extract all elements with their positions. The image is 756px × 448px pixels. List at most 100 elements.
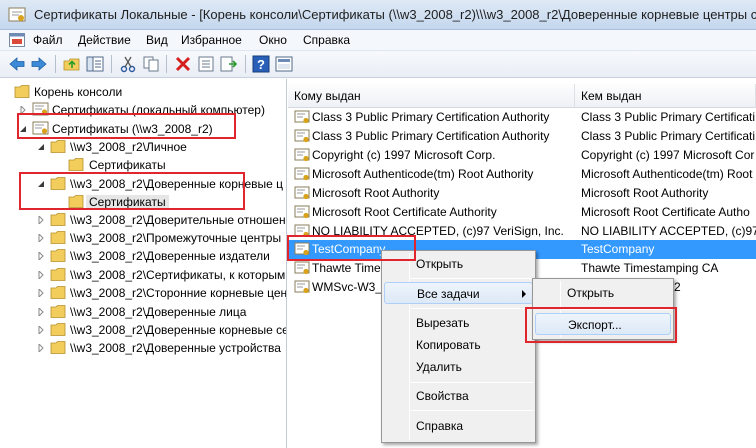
tree-item-enterprise-trust[interactable]: \\w3_2008_r2\Доверительные отношен — [0, 211, 286, 229]
cell-issued-by: Class 3 Public Primary Certificati — [581, 129, 756, 143]
folder-icon — [50, 213, 66, 226]
up-folder-icon[interactable] — [63, 55, 81, 73]
forward-icon[interactable] — [30, 55, 48, 73]
expand-arrow-icon[interactable] — [37, 289, 45, 297]
expand-arrow-icon[interactable] — [37, 216, 45, 224]
context-menu-label: Свойства — [416, 389, 469, 403]
expand-arrow-icon[interactable] — [37, 234, 45, 242]
table-row[interactable]: Class 3 Public Primary Certification Aut… — [288, 127, 756, 146]
cell-issued-to: Microsoft Root Certificate Authority — [312, 205, 497, 219]
context-menu-label: Удалить — [416, 360, 462, 374]
toolbar: ? — [0, 51, 756, 78]
context-menu-properties[interactable]: Свойства — [384, 385, 533, 407]
tree-item-console-root[interactable]: Корень консоли — [0, 83, 286, 101]
context-menu-delete[interactable]: Удалить — [384, 356, 533, 378]
context-menu-copy[interactable]: Копировать — [384, 334, 533, 356]
certificate-icon — [294, 167, 310, 181]
cut-icon[interactable] — [119, 55, 137, 73]
expand-arrow-icon[interactable] — [37, 271, 45, 279]
table-row[interactable]: Microsoft Root Authority Microsoft Root … — [288, 184, 756, 203]
certificate-icon — [294, 129, 310, 143]
annotation-box-trusted-root — [19, 172, 245, 210]
cell-issued-to: Class 3 Public Primary Certification Aut… — [312, 129, 550, 143]
tree-item-trusted-people[interactable]: \\w3_2008_r2\Доверенные лица — [0, 303, 286, 321]
menu-help[interactable]: Справка — [303, 33, 350, 47]
cell-issued-by: Microsoft Authenticode(tm) Root — [581, 167, 753, 181]
submenu-label: Открыть — [567, 286, 615, 300]
expand-arrow-icon[interactable] — [37, 344, 45, 352]
column-header-issued-by[interactable]: Кем выдан — [575, 84, 756, 108]
certificate-icon — [294, 148, 310, 162]
tree-item-label: \\w3_2008_r2\Сторонние корневые цен — [70, 286, 287, 300]
certificate-icon — [294, 280, 310, 294]
cell-issued-to: Copyright (c) 1997 Microsoft Corp. — [312, 148, 496, 162]
tree-item-intermediate-ca[interactable]: \\w3_2008_r2\Промежуточные центры — [0, 229, 286, 247]
tree-item-label: \\w3_2008_r2\Личное — [70, 140, 187, 154]
context-menu-label: Справка — [416, 419, 464, 433]
tree-item-label: \\w3_2008_r2\Доверенные издатели — [70, 249, 270, 263]
context-menu-all-tasks[interactable]: Все задачи — [384, 282, 533, 304]
properties-icon[interactable] — [197, 55, 215, 73]
tree-item-label: \\w3_2008_r2\Доверенные лица — [70, 305, 247, 319]
tree-item-label: Сертификаты — [89, 158, 166, 172]
folder-icon — [50, 341, 66, 354]
context-menu-label: Открыть — [416, 257, 464, 271]
table-row[interactable]: Microsoft Root Certificate Authority Mic… — [288, 203, 756, 222]
annotation-box-export — [525, 307, 677, 343]
tree-item-trusted-publishers[interactable]: \\w3_2008_r2\Доверенные издатели — [0, 247, 286, 265]
menu-action[interactable]: Действие — [78, 33, 131, 47]
back-icon[interactable] — [8, 55, 26, 73]
tree-item-label: Корень консоли — [34, 85, 123, 99]
export-list-icon[interactable] — [220, 55, 238, 73]
folder-icon — [50, 268, 66, 281]
cell-issued-to: Class 3 Public Primary Certification Aut… — [312, 110, 550, 124]
copy-icon[interactable] — [142, 55, 160, 73]
tree-item-personal[interactable]: \\w3_2008_r2\Личное — [0, 138, 286, 156]
tree-item-third-party-root[interactable]: \\w3_2008_r2\Сторонние корневые цен — [0, 284, 287, 302]
tree-item-trusted-devices[interactable]: \\w3_2008_r2\Доверенные устройства — [0, 339, 286, 357]
tree-item-trusted-root-se[interactable]: \\w3_2008_r2\Доверенные корневые се — [0, 321, 286, 339]
expand-arrow-icon[interactable] — [37, 308, 45, 316]
menu-bar: Файл Действие Вид Избранное Окно Справка — [0, 30, 756, 51]
tree-item-label: \\w3_2008_r2\Доверенные устройства — [70, 341, 281, 355]
table-row[interactable]: Microsoft Authenticode(tm) Root Authorit… — [288, 165, 756, 184]
context-menu: Открыть Все задачи Вырезать Копировать У… — [381, 250, 536, 443]
cell-issued-by: NO LIABILITY ACCEPTED, (c)97 V — [581, 224, 756, 238]
folder-icon — [50, 249, 66, 262]
folder-icon — [50, 140, 66, 153]
context-menu-help[interactable]: Справка — [384, 415, 533, 437]
collapse-arrow-icon[interactable] — [37, 143, 45, 151]
submenu-open[interactable]: Открыть — [535, 282, 671, 304]
cell-issued-by: Copyright (c) 1997 Microsoft Cor — [581, 148, 755, 162]
tree-item-untrusted[interactable]: \\w3_2008_r2\Сертификаты, к которым — [0, 266, 286, 284]
title-bar[interactable]: Сертификаты Локальные - [Корень консоли\… — [0, 0, 756, 30]
tree-item-label: \\w3_2008_r2\Сертификаты, к которым — [70, 268, 286, 282]
expand-arrow-icon[interactable] — [37, 252, 45, 260]
column-header-label: Кому выдан — [294, 89, 361, 103]
table-row[interactable]: Copyright (c) 1997 Microsoft Corp. Copyr… — [288, 146, 756, 165]
cell-issued-to: Microsoft Root Authority — [312, 186, 440, 200]
folder-icon — [68, 158, 84, 171]
expand-arrow-icon[interactable] — [37, 326, 45, 334]
context-menu-label: Все задачи — [417, 287, 480, 301]
svg-text:?: ? — [257, 57, 265, 72]
view-icon[interactable] — [275, 55, 293, 73]
context-menu-cut[interactable]: Вырезать — [384, 312, 533, 334]
show-tree-icon[interactable] — [86, 55, 104, 73]
folder-icon — [50, 323, 66, 336]
menu-window[interactable]: Окно — [259, 33, 287, 47]
menu-favorites[interactable]: Избранное — [181, 33, 242, 47]
tree-item-label: \\w3_2008_r2\Доверительные отношен — [70, 213, 286, 227]
context-menu-label: Вырезать — [416, 316, 470, 330]
column-header-issued-to[interactable]: Кому выдан — [288, 84, 575, 108]
menu-view[interactable]: Вид — [146, 33, 168, 47]
menu-file[interactable]: Файл — [33, 33, 63, 47]
cell-issued-to: Microsoft Authenticode(tm) Root Authorit… — [312, 167, 534, 181]
table-row[interactable]: Class 3 Public Primary Certification Aut… — [288, 108, 756, 127]
cell-issued-by: Microsoft Root Certificate Autho — [581, 205, 750, 219]
mdi-system-icon[interactable] — [9, 33, 25, 47]
mmc-window: Сертификаты Локальные - [Корень консоли\… — [0, 0, 756, 448]
cell-issued-by: Thawte Timestamping CA — [581, 261, 719, 275]
help-icon[interactable]: ? — [252, 55, 270, 73]
delete-icon[interactable] — [174, 55, 192, 73]
